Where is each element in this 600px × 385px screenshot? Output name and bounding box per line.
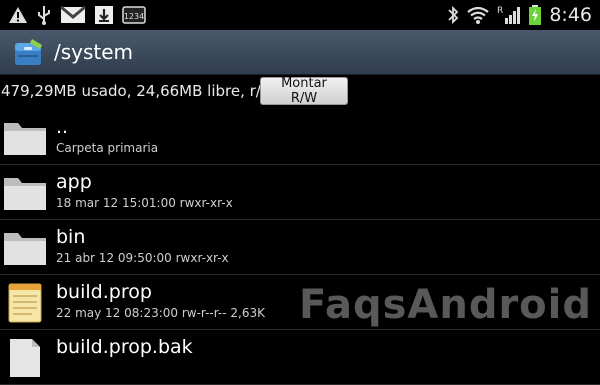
usb-icon	[36, 5, 52, 25]
file-name: build.prop.bak	[56, 336, 193, 358]
clock: 8:46	[549, 4, 592, 26]
download-icon	[94, 5, 114, 25]
file-list: .. Carpeta primaria app 18 mar 12 15:01:…	[0, 110, 600, 385]
file-meta: 21 abr 12 09:50:00 rwxr-xr-x	[56, 251, 229, 265]
file-meta: Carpeta primaria	[56, 141, 159, 155]
file-name: bin	[56, 226, 86, 248]
wifi-icon	[466, 5, 490, 25]
folder-icon	[2, 170, 48, 214]
list-item-app[interactable]: app 18 mar 12 15:01:00 rwxr-xr-x	[0, 165, 600, 220]
title-bar: /system	[0, 30, 600, 75]
gmail-icon	[60, 6, 86, 24]
file-name: app	[56, 171, 92, 193]
storage-info-bar: 479,29MB usado, 24,66MB libre, r/o Monta…	[0, 75, 600, 107]
roaming-indicator: R	[497, 6, 503, 16]
status-bar: 1234 R 8:46	[0, 0, 600, 30]
mount-rw-button[interactable]: Montar R/W	[260, 76, 348, 106]
text-file-icon	[2, 280, 48, 324]
current-path-title: /system	[54, 40, 134, 64]
system-status: R 8:46	[447, 0, 592, 30]
storage-usage-text: 479,29MB usado, 24,66MB libre, r/o	[1, 82, 271, 100]
list-item-parent-folder[interactable]: .. Carpeta primaria	[0, 110, 600, 165]
file-name: ..	[56, 116, 69, 138]
folder-icon	[2, 115, 48, 159]
file-manager-app-icon[interactable]	[12, 35, 46, 69]
folder-icon	[2, 225, 48, 269]
signal-icon: R	[497, 4, 521, 26]
file-icon	[2, 335, 48, 379]
watermark: FaqsAndroid	[298, 282, 592, 328]
list-item-bin[interactable]: bin 21 abr 12 09:50:00 rwxr-xr-x	[0, 220, 600, 275]
file-name: build.prop	[56, 281, 152, 303]
file-meta: 22 may 12 08:23:00 rw-r--r-- 2,63K	[56, 306, 265, 320]
bluetooth-icon	[447, 5, 459, 25]
notification-icons: 1234	[0, 5, 146, 25]
warning-icon	[8, 6, 28, 24]
file-meta: 18 mar 12 15:01:00 rwxr-xr-x	[56, 196, 233, 210]
app-notification-icon: 1234	[122, 5, 146, 25]
notification-badge-text: 1234	[124, 12, 144, 21]
list-item-build-prop-bak[interactable]: build.prop.bak	[0, 330, 600, 385]
battery-charging-icon	[528, 4, 542, 26]
